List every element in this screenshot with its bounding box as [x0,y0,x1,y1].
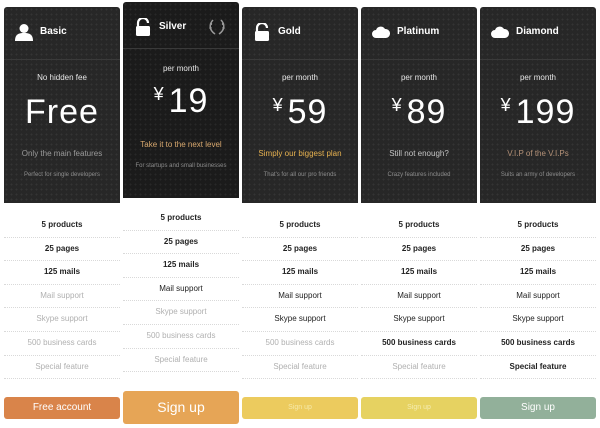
feature-item: Skype support [242,308,358,332]
feature-item: Mail support [361,285,477,309]
price-value: 89 [406,93,447,131]
unlock-icon [136,18,150,36]
feature-item: Mail support [4,285,120,309]
feature-item: 500 business cards [123,325,239,349]
plan-period: No hidden fee [37,73,87,82]
plan-header: Platinum per month ¥89 Still not enough?… [361,7,477,203]
feature-item: 500 business cards [4,332,120,356]
feature-item: 25 pages [361,238,477,262]
feature-item: 5 products [480,214,596,238]
feature-item: 125 mails [242,261,358,285]
sign-up-button[interactable]: Sign up [361,397,477,419]
unlock-icon [255,23,269,41]
cloud-icon [491,26,510,38]
feature-item: 500 business cards [361,332,477,356]
plan-tagline: Simply our biggest plan [258,149,342,158]
feature-list: 5 products 25 pages 125 mails Mail suppo… [4,214,120,380]
feature-item: 5 products [4,214,120,238]
sign-up-button[interactable]: Sign up [480,397,596,419]
feature-item: 500 business cards [480,332,596,356]
plan-period: per month [281,73,319,82]
divider [361,59,477,60]
feature-item: Special feature [480,356,596,380]
divider [123,48,239,49]
plan-name: Silver [159,21,187,32]
plan-period: per month [519,73,557,82]
sign-up-button[interactable]: Sign up [123,391,239,424]
feature-item: 25 pages [123,231,239,255]
feature-item: 25 pages [242,238,358,262]
plan-tagline: Only the main features [21,149,103,158]
feature-list: 5 products 25 pages 125 mails Mail suppo… [480,214,596,380]
cloud-icon [372,26,391,38]
feature-item: 5 products [123,207,239,231]
divider [4,59,120,60]
plan-subtext: That's for all our pro friends [263,172,337,178]
plan-tagline: V.I.P of the V.I.Ps [507,149,569,158]
feature-item: Mail support [480,285,596,309]
sign-up-button[interactable]: Sign up [242,397,358,419]
feature-item: 125 mails [361,261,477,285]
laurel-icon [209,19,225,35]
currency-symbol: ¥ [500,95,512,115]
feature-item: Skype support [123,301,239,325]
feature-item: Skype support [361,308,477,332]
plan-tagline: Still not enough? [389,149,449,158]
plan-name: Gold [278,26,301,37]
plan-tagline: Take it to the next level [140,140,222,149]
feature-item: Mail support [242,285,358,309]
plan-name: Diamond [516,26,559,37]
feature-item: 500 business cards [242,332,358,356]
user-icon [15,24,33,41]
price-value: 59 [287,93,328,131]
divider [242,59,358,60]
feature-item: 125 mails [4,261,120,285]
plan-name: Platinum [397,26,440,37]
feature-item: Special feature [4,356,120,380]
plan-subtext: Suits an army of developers [500,172,576,178]
plan-header: Silver per month ¥19 Take it to the next… [123,2,239,198]
feature-item: Skype support [4,308,120,332]
plan-price: ¥59 [242,93,358,132]
feature-item: 125 mails [123,254,239,278]
feature-item: Mail support [123,278,239,302]
feature-item: 5 products [361,214,477,238]
plan-period: per month [162,64,200,73]
plan-price: Free [4,93,120,132]
plan-name: Basic [40,26,67,37]
plan-price: ¥19 [123,82,239,121]
feature-item: Skype support [480,308,596,332]
divider [480,59,596,60]
feature-item: Special feature [123,349,239,373]
feature-list: 5 products 25 pages 125 mails Mail suppo… [361,214,477,380]
price-value: Free [25,93,99,131]
price-value: 199 [515,93,576,131]
currency-symbol: ¥ [272,95,284,115]
feature-item: 25 pages [480,238,596,262]
plan-subtext: Crazy features included [387,172,451,178]
plan-header: Gold per month ¥59 Simply our biggest pl… [242,7,358,203]
plan-price: ¥89 [361,93,477,132]
feature-item: Special feature [361,356,477,380]
plan-subtext: Perfect for single developers [23,172,101,178]
plan-period: per month [400,73,438,82]
feature-item: 125 mails [480,261,596,285]
feature-item: Special feature [242,356,358,380]
currency-symbol: ¥ [391,95,403,115]
plan-price: ¥199 [480,93,596,132]
plan-subtext: For startups and small businesses [135,163,227,169]
free-account-button[interactable]: Free account [4,397,120,419]
plan-header: Basic No hidden fee Free Only the main f… [4,7,120,203]
price-value: 19 [168,82,209,120]
currency-symbol: ¥ [153,84,165,104]
plan-header: Diamond per month ¥199 V.I.P of the V.I.… [480,7,596,203]
feature-list: 5 products 25 pages 125 mails Mail suppo… [123,207,239,373]
feature-item: 25 pages [4,238,120,262]
feature-list: 5 products 25 pages 125 mails Mail suppo… [242,214,358,380]
feature-item: 5 products [242,214,358,238]
